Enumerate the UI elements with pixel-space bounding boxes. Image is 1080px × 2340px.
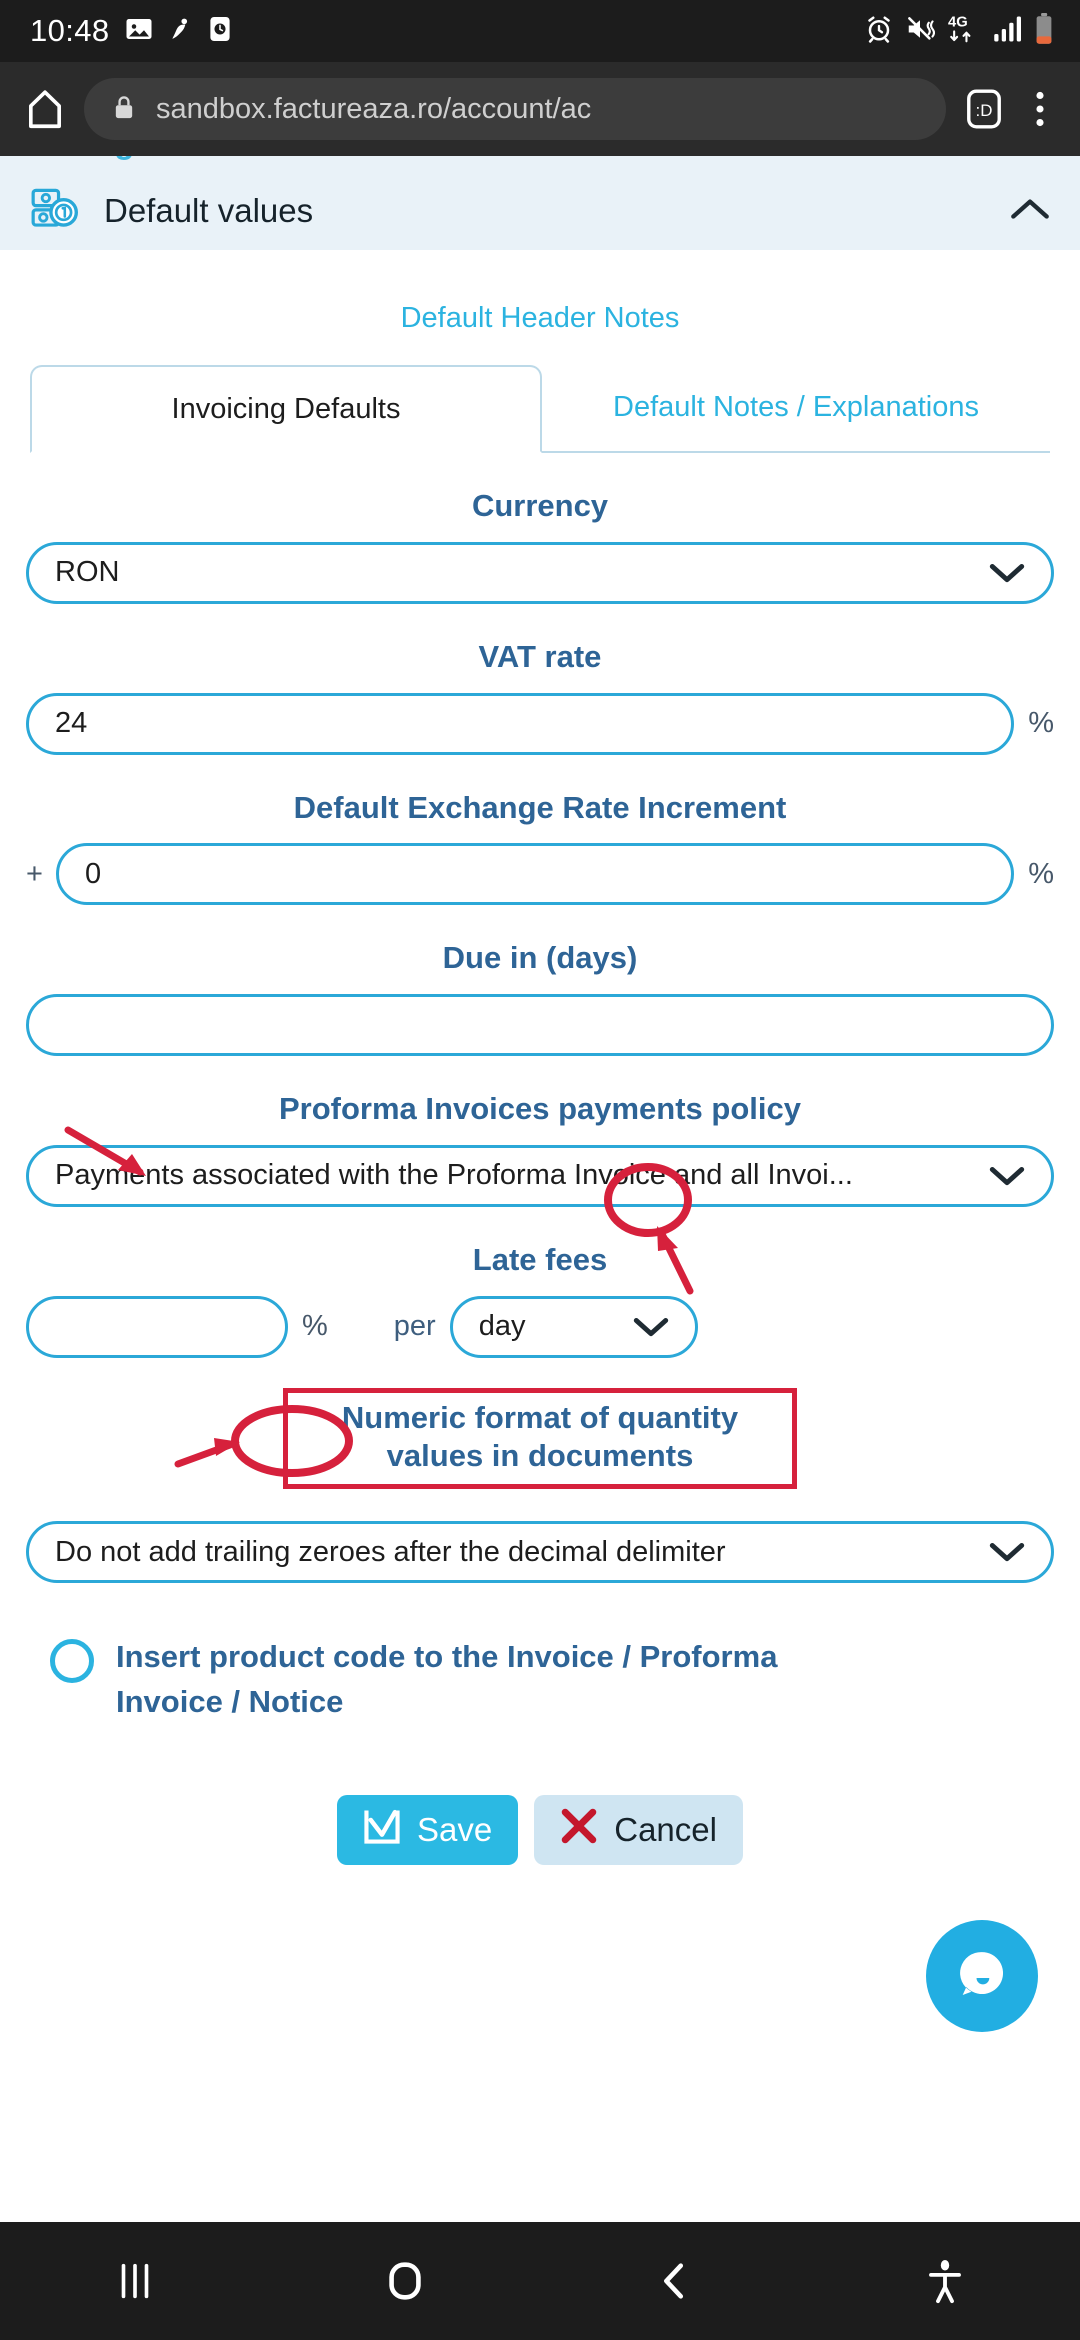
field-exchange-rate-increment: Default Exchange Rate Increment + 0 % [26,789,1054,906]
previous-section-partial[interactable]: Configurations ⌄ [0,156,1080,172]
field-proforma-policy: Proforma Invoices payments policy Paymen… [26,1090,1054,1207]
chat-widget-button[interactable] [926,1920,1038,2032]
tab-bar: Invoicing Defaults Default Notes / Expla… [30,363,1050,453]
currency-value: RON [55,556,120,589]
status-clock: 10:48 [30,13,110,48]
default-header-notes-link[interactable]: Default Header Notes [401,302,680,334]
field-due-in-days: Due in (days) [26,939,1054,1056]
status-bar-left: 10:48 [30,13,232,49]
cancel-button[interactable]: Cancel [534,1794,743,1865]
android-nav-bar [0,2222,1080,2340]
vat-rate-input[interactable]: 24 [26,692,1015,755]
late-fees-suffix: % [302,1310,328,1342]
alarm-icon [864,14,894,49]
signal-bars-icon [993,15,1023,48]
field-currency: Currency RON [26,487,1054,604]
chevron-down-icon [989,562,1025,584]
insert-product-code-label: Insert product code to the Invoice / Pro… [116,1639,778,1719]
exchange-rate-label: Default Exchange Rate Increment [293,789,787,825]
chevron-down-icon [633,1316,669,1338]
numeric-format-label: Numeric format of quantity values in doc… [283,1387,797,1489]
due-in-days-input[interactable] [26,994,1054,1056]
battery-low-icon [1034,12,1054,50]
person-activity-icon [168,14,194,49]
field-vat-rate: VAT rate 24 % [26,638,1054,755]
insert-product-code-checkbox[interactable] [50,1639,94,1683]
svg-text::D: :D [976,101,993,120]
section-header-default-values[interactable]: Default values [0,172,1080,250]
late-fees-period-value: day [478,1310,526,1342]
save-button-label: Save [417,1810,493,1848]
field-late-fees: Late fees % per day [26,1241,1054,1358]
due-in-days-label: Due in (days) [442,940,638,976]
cancel-button-label: Cancel [614,1810,717,1848]
recents-icon[interactable] [0,2258,270,2304]
back-nav-icon[interactable] [540,2258,810,2304]
exchange-rate-prefix: + [26,857,43,890]
insert-product-code-row[interactable]: Insert product code to the Invoice / Pro… [50,1635,1054,1725]
svg-text:4G: 4G [948,14,968,30]
header-notes-row: Default Header Notes [0,250,1080,363]
home-icon[interactable] [22,86,68,132]
tab-default-notes-explanations[interactable]: Default Notes / Explanations [542,363,1050,451]
section-title: Default values [104,192,314,229]
proforma-policy-select[interactable]: Payments associated with the Proforma In… [26,1144,1054,1207]
field-numeric-format: Numeric format of quantity values in doc… [26,1387,1054,1583]
chevron-partial-icon: ⌄ [1022,156,1050,161]
form-actions: Save Cancel [0,1794,1080,1865]
late-fees-per-label: per [393,1310,436,1342]
save-button[interactable]: Save [337,1794,519,1865]
late-fees-input[interactable] [26,1295,288,1358]
image-icon [124,14,154,49]
chevron-up-icon[interactable] [1010,196,1050,227]
invoicing-defaults-form: Currency RON VAT rate 24 % Default Excha… [0,487,1080,1583]
vibrate-mute-icon [905,14,936,49]
clock-widget-icon [208,14,232,49]
vat-rate-suffix: % [1028,707,1054,739]
overflow-menu-icon[interactable] [1022,87,1058,131]
home-nav-icon[interactable] [270,2258,540,2304]
chat-bubble-icon [951,1943,1013,2010]
exchange-rate-value: 0 [85,857,102,890]
accessibility-icon[interactable] [810,2258,1080,2304]
chevron-down-icon [989,1165,1025,1187]
money-default-values-icon [30,187,82,236]
status-bar: 10:48 4G [0,0,1080,62]
status-bar-right: 4G [864,12,1054,50]
vat-rate-value: 24 [55,707,88,739]
late-fees-period-select[interactable]: day [449,1295,698,1358]
lock-icon [110,93,138,126]
browser-toolbar: sandbox.factureaza.ro/account/ac :D [0,62,1080,156]
url-text: sandbox.factureaza.ro/account/ac [156,92,592,125]
numeric-format-value: Do not add trailing zeroes after the dec… [55,1535,726,1568]
checkbox-checked-icon [363,1807,401,1853]
exchange-rate-suffix: % [1028,857,1054,890]
currency-label: Currency [471,488,609,523]
currency-select[interactable]: RON [26,541,1054,604]
proforma-policy-label: Proforma Invoices payments policy [278,1091,801,1126]
chevron-down-icon [989,1541,1025,1563]
4g-data-icon: 4G [946,13,982,50]
tab-invoicing-defaults[interactable]: Invoicing Defaults [30,365,542,453]
tab-switcher-icon[interactable]: :D [962,87,1006,131]
page-content: Configurations ⌄ Default values Default … [0,156,1080,2222]
exchange-rate-input[interactable]: 0 [56,843,1015,906]
late-fees-label: Late fees [472,1241,608,1277]
numeric-format-select[interactable]: Do not add trailing zeroes after the dec… [26,1521,1054,1583]
url-bar[interactable]: sandbox.factureaza.ro/account/ac [84,78,946,140]
proforma-policy-value: Payments associated with the Proforma In… [55,1159,853,1192]
previous-section-label: Configurations [30,156,265,161]
vat-rate-label: VAT rate [478,638,602,674]
x-mark-icon [560,1807,598,1853]
